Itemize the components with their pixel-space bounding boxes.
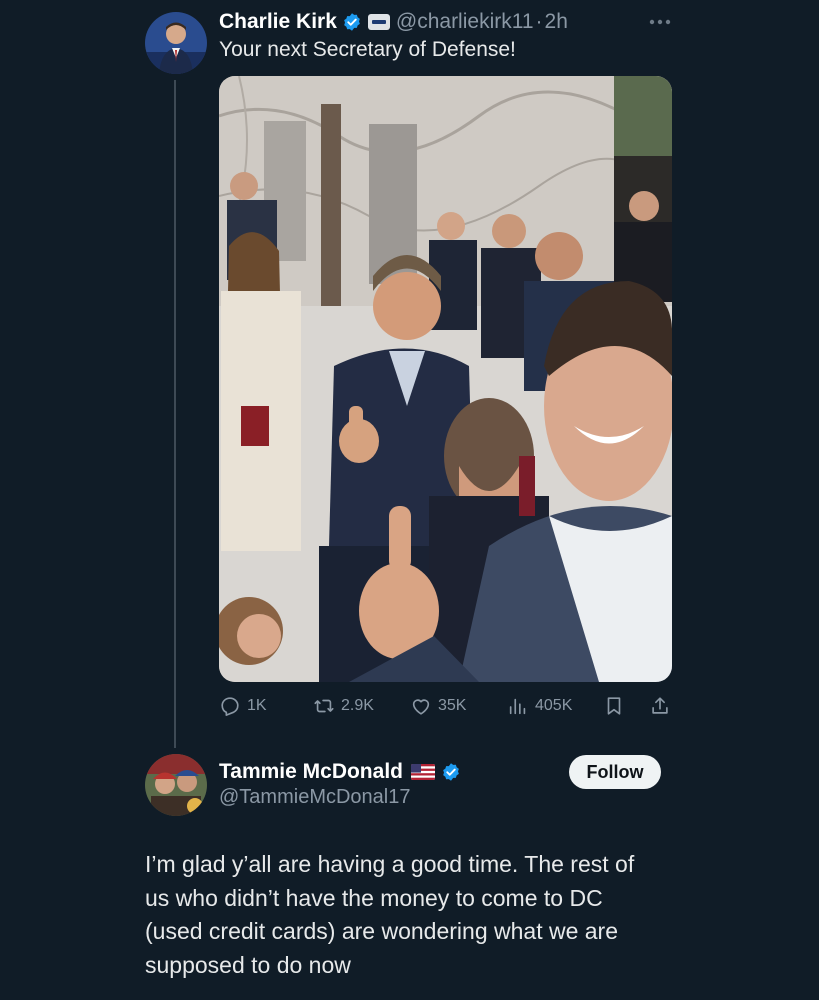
- reply-text-line: us who didn’t have the money to come to …: [145, 884, 603, 911]
- author-name[interactable]: Charlie Kirk: [219, 10, 337, 34]
- reply-verified-badge-icon: [443, 763, 459, 781]
- more-options-icon[interactable]: [646, 8, 674, 36]
- separator-dot: ·: [535, 10, 543, 33]
- bookmark-icon: [607, 697, 621, 715]
- tweet-text: Your next Secretary of Defense!: [219, 38, 516, 61]
- tweet-header: Charlie Kirk @charliekirk11 · 2h: [219, 8, 568, 36]
- bookmark-button[interactable]: [603, 690, 625, 722]
- reply-text: I’m glad y’all are having a good time. T…: [145, 848, 705, 982]
- reply-icon: [221, 697, 239, 716]
- tweet-action-bar: 1K 2.9K 35K 405K: [219, 690, 672, 722]
- us-flag-icon: [410, 764, 435, 780]
- author-avatar[interactable]: [145, 12, 207, 74]
- views-icon: [509, 698, 526, 715]
- reply-text-line: (used credit cards) are wondering what w…: [145, 918, 619, 944]
- repost-icon: [314, 699, 334, 713]
- like-count: 35K: [438, 697, 467, 714]
- reply-text-line: supposed to do now: [145, 951, 351, 978]
- reply-author-avatar[interactable]: [145, 754, 207, 816]
- thread-connector-line: [174, 80, 176, 748]
- reply-button[interactable]: 1K: [219, 690, 267, 722]
- reply-author-handle[interactable]: @TammieMcDonal17: [219, 786, 410, 809]
- heart-icon: [412, 699, 430, 715]
- like-button[interactable]: 35K: [410, 690, 466, 722]
- views-button[interactable]: 405K: [507, 690, 572, 722]
- reply-text-line: I’m glad y’all are having a good time. T…: [145, 851, 635, 877]
- views-count: 405K: [535, 697, 573, 714]
- follow-button[interactable]: Follow: [569, 755, 661, 789]
- verified-badge-icon: [344, 13, 360, 31]
- reply-count: 1K: [247, 697, 267, 714]
- reply-header: Tammie McDonald: [219, 760, 461, 784]
- tweet-timestamp[interactable]: 2h: [545, 10, 568, 34]
- reply-author-name[interactable]: Tammie McDonald: [219, 760, 403, 784]
- author-handle[interactable]: @charliekirk11: [396, 10, 534, 34]
- repost-count: 2.9K: [341, 697, 374, 714]
- share-icon: [652, 697, 668, 714]
- share-button[interactable]: [649, 690, 671, 722]
- tweet-photo[interactable]: [219, 76, 672, 682]
- affiliate-badge-icon: [367, 14, 390, 30]
- repost-button[interactable]: 2.9K: [313, 690, 374, 722]
